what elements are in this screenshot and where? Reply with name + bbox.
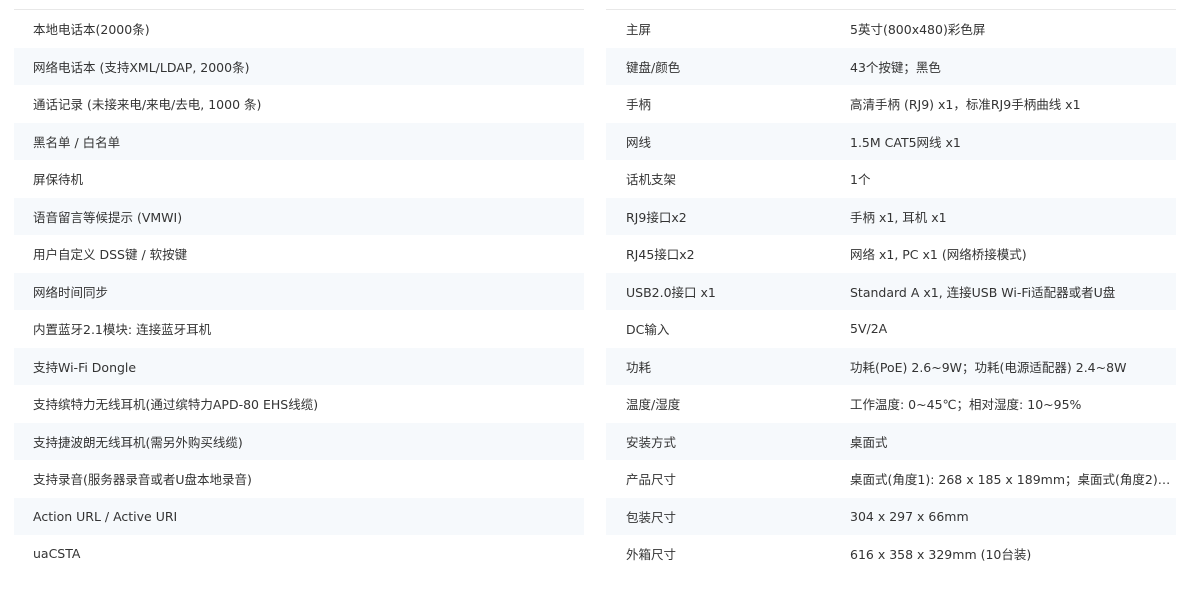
spec-row: 话机支架 1个: [606, 160, 1176, 198]
spec-value: Standard A x1, 连接USB Wi-Fi适配器或者U盘: [850, 284, 1116, 300]
spec-row: 包装尺寸 304 x 297 x 66mm: [606, 497, 1176, 535]
spec-row: 主屏 5英寸(800x480)彩色屏: [606, 10, 1176, 48]
spec-key: 产品尺寸: [626, 472, 677, 488]
spec-value: 43个按键；黑色: [850, 59, 941, 75]
spec-value: 304 x 297 x 66mm: [850, 508, 969, 524]
feature-text: 支持录音(服务器录音或者U盘本地录音): [33, 472, 252, 488]
feature-row: 通话记录 (未接来电/来电/去电, 1000 条): [14, 85, 584, 123]
spec-row: RJ45接口x2 网络 x1, PC x1 (网络桥接模式): [606, 235, 1176, 273]
feature-row: 网络电话本 (支持XML/LDAP, 2000条): [14, 47, 584, 85]
feature-row: 支持Wi-Fi Dongle: [14, 347, 584, 385]
spec-row: 功耗 功耗(PoE) 2.6~9W；功耗(电源适配器) 2.4~8W: [606, 347, 1176, 385]
feature-row: 支持缤特力无线耳机(通过缤特力APD-80 EHS线缆): [14, 385, 584, 423]
spec-key: 温度/湿度: [626, 397, 681, 413]
spec-value: 1.5M CAT5网线 x1: [850, 134, 961, 150]
feature-row: 支持捷波朗无线耳机(需另外购买线缆): [14, 422, 584, 460]
spec-page: 本地电话本(2000条) 网络电话本 (支持XML/LDAP, 2000条) 通…: [0, 0, 1187, 589]
feature-text: Action URL / Active URI: [33, 508, 178, 524]
spec-row: USB2.0接口 x1 Standard A x1, 连接USB Wi-Fi适配器…: [606, 272, 1176, 310]
spec-value: 功耗(PoE) 2.6~9W；功耗(电源适配器) 2.4~8W: [850, 359, 1127, 375]
spec-row: 手柄 高清手柄 (RJ9) x1，标准RJ9手柄曲线 x1: [606, 85, 1176, 123]
spec-row: 安装方式 桌面式: [606, 422, 1176, 460]
feature-row: Action URL / Active URI: [14, 497, 584, 535]
feature-row: 屏保待机: [14, 160, 584, 198]
feature-row: 本地电话本(2000条): [14, 10, 584, 48]
spec-key: 包装尺寸: [626, 509, 677, 525]
spec-key: DC输入: [626, 322, 670, 338]
spec-row: 温度/湿度 工作温度: 0~45℃；相对湿度: 10~95%: [606, 385, 1176, 423]
spec-table: 主屏 5英寸(800x480)彩色屏 键盘/颜色 43个按键；黑色 手柄 高清手柄 (…: [606, 9, 1176, 573]
feature-text: uaCSTA: [33, 546, 81, 562]
spec-value: 5英寸(800x480)彩色屏: [850, 22, 986, 38]
spec-value: 高清手柄 (RJ9) x1，标准RJ9手柄曲线 x1: [850, 97, 1081, 113]
spec-key: RJ9接口x2: [626, 209, 687, 225]
spec-value: 网络 x1, PC x1 (网络桥接模式): [850, 247, 1027, 263]
spec-key: 键盘/颜色: [626, 59, 681, 75]
spec-row: DC输入 5V/2A: [606, 310, 1176, 348]
spec-row: 网线 1.5M CAT5网线 x1: [606, 122, 1176, 160]
spec-key: 功耗: [626, 359, 652, 375]
spec-value: 5V/2A: [850, 321, 888, 337]
spec-key: 外箱尺寸: [626, 547, 677, 563]
spec-value: 手柄 x1, 耳机 x1: [850, 209, 947, 225]
feature-text: 支持Wi-Fi Dongle: [33, 359, 137, 375]
feature-text: 网络电话本 (支持XML/LDAP, 2000条): [33, 59, 250, 75]
feature-text: 屏保待机: [33, 172, 84, 188]
spec-value: 工作温度: 0~45℃；相对湿度: 10~95%: [850, 397, 1082, 413]
feature-row: 用户自定义 DSS键 / 软按键: [14, 235, 584, 273]
spec-key: RJ45接口x2: [626, 247, 695, 263]
spec-value: 616 x 358 x 329mm (10台装): [850, 547, 1032, 563]
feature-text: 通话记录 (未接来电/来电/去电, 1000 条): [33, 97, 262, 113]
feature-row: 黑名单 / 白名单: [14, 122, 584, 160]
feature-text: 用户自定义 DSS键 / 软按键: [33, 247, 188, 263]
feature-row: uaCSTA: [14, 535, 584, 573]
feature-row: 语音留言等候提示 (VMWI): [14, 197, 584, 235]
feature-text: 本地电话本(2000条): [33, 22, 150, 38]
spec-key: 主屏: [626, 22, 652, 38]
feature-row: 网络时间同步: [14, 272, 584, 310]
spec-key: 安装方式: [626, 434, 677, 450]
spec-value: 桌面式(角度1): 268 x 185 x 189mm；桌面式(角度2): 2…: [850, 472, 1176, 488]
spec-key: 手柄: [626, 97, 652, 113]
feature-text: 支持捷波朗无线耳机(需另外购买线缆): [33, 434, 243, 450]
feature-row: 支持录音(服务器录音或者U盘本地录音): [14, 460, 584, 498]
spec-key: 话机支架: [626, 172, 677, 188]
feature-text: 内置蓝牙2.1模块: 连接蓝牙耳机: [33, 322, 212, 338]
spec-row: 产品尺寸 桌面式(角度1): 268 x 185 x 189mm；桌面式(角度2)…: [606, 460, 1176, 498]
spec-key: USB2.0接口 x1: [626, 284, 716, 300]
feature-text: 黑名单 / 白名单: [33, 134, 121, 150]
spec-row: 键盘/颜色 43个按键；黑色: [606, 47, 1176, 85]
spec-key: 网线: [626, 134, 652, 150]
feature-list: 本地电话本(2000条) 网络电话本 (支持XML/LDAP, 2000条) 通…: [14, 9, 584, 573]
spec-row: 外箱尺寸 616 x 358 x 329mm (10台装): [606, 535, 1176, 573]
feature-row: 内置蓝牙2.1模块: 连接蓝牙耳机: [14, 310, 584, 348]
spec-value: 桌面式: [850, 434, 888, 450]
feature-text: 语音留言等候提示 (VMWI): [33, 209, 183, 225]
feature-text: 网络时间同步: [33, 284, 109, 300]
spec-value: 1个: [850, 172, 871, 188]
spec-row: RJ9接口x2 手柄 x1, 耳机 x1: [606, 197, 1176, 235]
feature-text: 支持缤特力无线耳机(通过缤特力APD-80 EHS线缆): [33, 397, 319, 413]
